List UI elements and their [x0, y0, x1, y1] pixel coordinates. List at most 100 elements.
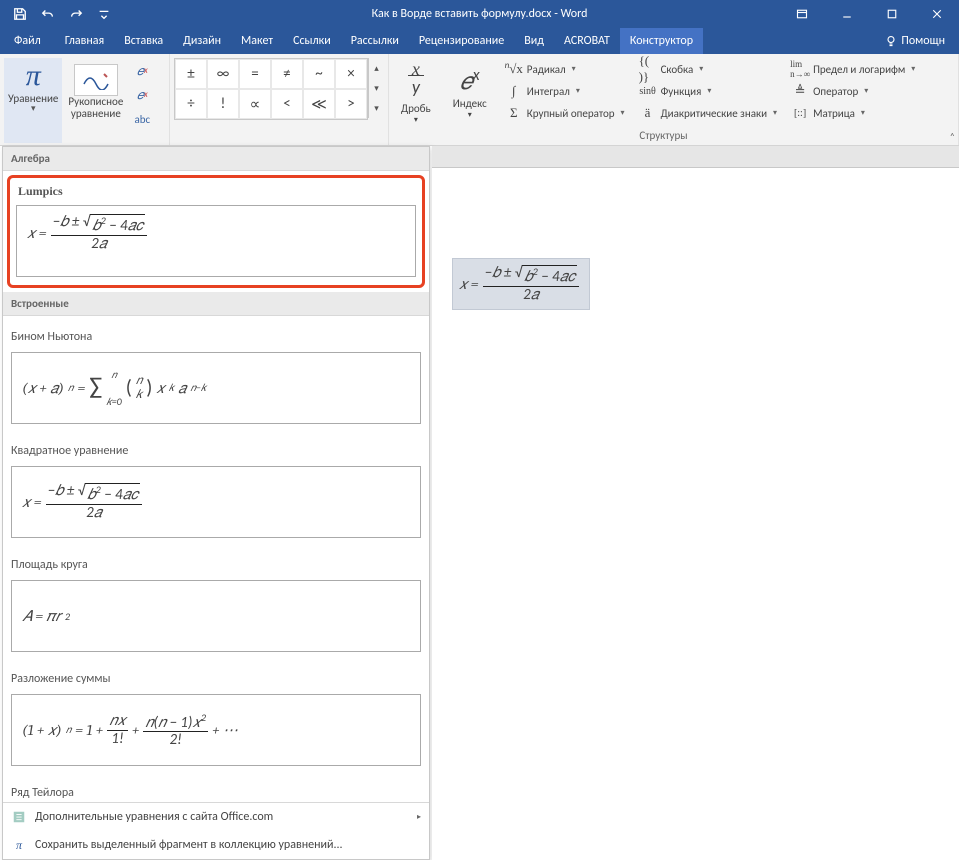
- symbol-plusminus[interactable]: ±: [175, 59, 207, 89]
- equation-gallery-dropdown: Алгебра Lumpics 𝑥 = −𝑏 ± √𝑏2 − 4𝑎𝑐2𝑎 Вст…: [2, 146, 430, 860]
- chevron-down-icon: ▾: [453, 110, 487, 120]
- group-symbols: ± ∞ = ≠ ~ × ÷ ! ∝ < ≪ > ▴ ▾: [170, 54, 389, 145]
- ink-icon: [74, 64, 118, 96]
- category-quad: Квадратное уравнение: [3, 430, 429, 464]
- symbol-muchless[interactable]: ≪: [303, 89, 335, 119]
- symbol-propto[interactable]: ∝: [239, 89, 271, 119]
- tab-mailings[interactable]: Рассылки: [341, 28, 409, 54]
- title-bar: Как в Ворде вставить формулу.docx - Word: [0, 0, 959, 28]
- symbol-times[interactable]: ×: [335, 59, 367, 89]
- sigma-icon: Σ: [505, 105, 523, 121]
- ribbon: π Уравнение ▾ Рукописное уравнение 𝑒x 𝑒x…: [0, 54, 959, 146]
- footer-office-label: Дополнительные уравнения с сайта Office.…: [35, 810, 273, 824]
- ribbon-tab-bar: Файл Главная Вставка Дизайн Макет Ссылки…: [0, 28, 959, 54]
- dropdown-footer: Дополнительные уравнения с сайта Office.…: [3, 802, 429, 859]
- professional-format-button[interactable]: 𝑒x: [131, 60, 153, 82]
- dropdown-header-algebra: Алгебра: [3, 147, 429, 171]
- matrix-icon: [::]: [791, 108, 809, 119]
- symbols-scroll: ▴ ▾ ▾: [368, 58, 384, 120]
- symbol-notequals[interactable]: ≠: [271, 59, 303, 89]
- matrix-button[interactable]: [::]Матрица▾: [787, 102, 919, 124]
- pi-icon: π: [26, 60, 41, 92]
- save-selection-button[interactable]: π Сохранить выделенный фрагмент в коллек…: [3, 831, 429, 859]
- qat-customize-button[interactable]: [90, 0, 118, 28]
- radical-button[interactable]: n√xРадикал▾: [501, 58, 629, 80]
- document-area[interactable]: 𝑥 = −𝑏 ± √𝑏2 − 4𝑎𝑐2𝑎: [432, 146, 959, 860]
- redo-button[interactable]: [62, 0, 90, 28]
- operator-icon: ≜: [791, 83, 809, 99]
- symbols-prev-button[interactable]: ▴: [368, 58, 384, 78]
- lightbulb-icon: [885, 35, 897, 47]
- symbol-less[interactable]: <: [271, 89, 303, 119]
- equation-card-lumpics[interactable]: Lumpics 𝑥 = −𝑏 ± √𝑏2 − 4𝑎𝑐2𝑎: [7, 175, 425, 288]
- chevron-down-icon: ▾: [401, 115, 431, 125]
- equation-card-binom[interactable]: (𝑥 + 𝑎)𝑛 = ∑𝑛𝑘=0 (𝑛𝑘) 𝑥𝑘𝑎𝑛−𝑘: [11, 352, 421, 424]
- save-button[interactable]: [6, 0, 34, 28]
- linear-format-button[interactable]: 𝑒x: [131, 84, 153, 106]
- undo-button[interactable]: [34, 0, 62, 28]
- symbols-more-button[interactable]: ▾: [368, 98, 384, 118]
- ink-label: Рукописное уравнение: [68, 96, 123, 120]
- tab-home[interactable]: Главная: [55, 28, 114, 54]
- tab-insert[interactable]: Вставка: [114, 28, 173, 54]
- equation-quad: 𝑥 = −𝑏 ± √𝑏2 − 4𝑎𝑐2𝑎: [22, 483, 142, 521]
- function-icon: sinθ: [639, 86, 657, 97]
- bracket-button[interactable]: {( )}Скобка▾: [635, 58, 782, 80]
- integral-button[interactable]: ∫Интеграл▾: [501, 80, 629, 102]
- maximize-button[interactable]: [869, 0, 914, 28]
- ribbon-collapse-toggle[interactable]: ˄: [950, 130, 955, 143]
- group-tools: π Уравнение ▾ Рукописное уравнение 𝑒x 𝑒x…: [0, 54, 170, 145]
- dropdown-scroll[interactable]: Lumpics 𝑥 = −𝑏 ± √𝑏2 − 4𝑎𝑐2𝑎 Встроенные …: [3, 171, 429, 802]
- equation-card-quad[interactable]: 𝑥 = −𝑏 ± √𝑏2 − 4𝑎𝑐2𝑎: [11, 466, 421, 538]
- equation-sum-exp: (1 + 𝑥)𝑛 = 1 + 𝑛𝑥1! + 𝑛(𝑛 − 1)𝑥22! + ⋯: [22, 712, 238, 749]
- accent-icon: ä: [639, 105, 657, 121]
- fraction-button[interactable]: xy Дробь ▾: [393, 58, 439, 127]
- window-controls: [779, 0, 959, 28]
- quick-access-toolbar: [0, 0, 124, 28]
- fraction-label: Дробь: [401, 102, 431, 115]
- symbols-next-button[interactable]: ▾: [368, 78, 384, 98]
- normal-text-button[interactable]: abc: [131, 108, 153, 130]
- more-equations-office-button[interactable]: Дополнительные уравнения с сайта Office.…: [3, 803, 429, 831]
- office-icon: [11, 809, 27, 825]
- category-taylor: Ряд Тейлора: [3, 772, 429, 802]
- limit-log-button[interactable]: limn→∞Предел и логарифм▾: [787, 58, 919, 80]
- minimize-button[interactable]: [824, 0, 869, 28]
- struct-col-2: {( )}Скобка▾ sinθФункция▾ äДиакритически…: [635, 58, 782, 124]
- symbol-infinity[interactable]: ∞: [207, 59, 239, 89]
- tab-file[interactable]: Файл: [0, 28, 55, 54]
- symbol-greater[interactable]: >: [335, 89, 367, 119]
- equation-card-sum-exp[interactable]: (1 + 𝑥)𝑛 = 1 + 𝑛𝑥1! + 𝑛(𝑛 − 1)𝑥22! + ⋯: [11, 694, 421, 766]
- category-sum-exp: Разложение суммы: [3, 658, 429, 692]
- tab-view[interactable]: Вид: [514, 28, 554, 54]
- equation-in-body[interactable]: 𝑥 = −𝑏 ± √𝑏2 − 4𝑎𝑐2𝑎: [452, 258, 590, 310]
- tab-review[interactable]: Рецензирование: [409, 28, 514, 54]
- integral-icon: ∫: [505, 83, 523, 99]
- close-button[interactable]: [914, 0, 959, 28]
- chevron-right-icon: ▸: [417, 812, 421, 822]
- struct-col-1: n√xРадикал▾ ∫Интеграл▾ ΣКрупный оператор…: [501, 58, 629, 124]
- tab-acrobat[interactable]: ACROBAT: [554, 28, 620, 54]
- ribbon-collapse-button[interactable]: [779, 0, 824, 28]
- tab-layout[interactable]: Макет: [231, 28, 283, 54]
- tab-equation-design[interactable]: Конструктор: [620, 28, 703, 54]
- symbol-factorial[interactable]: !: [207, 89, 239, 119]
- equation-card-circle[interactable]: 𝐴 = 𝜋𝑟2: [11, 580, 421, 652]
- symbol-divide[interactable]: ÷: [175, 89, 207, 119]
- struct-col-3: limn→∞Предел и логарифм▾ ≜Оператор▾ [::]…: [787, 58, 919, 124]
- limit-icon: limn→∞: [791, 59, 809, 79]
- symbol-equals[interactable]: =: [239, 59, 271, 89]
- equation-gallery-button[interactable]: π Уравнение ▾: [4, 58, 62, 143]
- tab-design[interactable]: Дизайн: [173, 28, 231, 54]
- large-operator-button[interactable]: ΣКрупный оператор▾: [501, 102, 629, 124]
- operator-button[interactable]: ≜Оператор▾: [787, 80, 919, 102]
- equation-circle: 𝐴 = 𝜋𝑟2: [22, 607, 70, 625]
- index-button[interactable]: 𝑒x Индекс ▾: [445, 58, 495, 122]
- ink-equation-button[interactable]: Рукописное уравнение: [64, 58, 127, 143]
- symbol-tilde[interactable]: ~: [303, 59, 335, 89]
- help-button[interactable]: Помощн: [871, 28, 959, 54]
- equation-lumpics: 𝑥 = −𝑏 ± √𝑏2 − 4𝑎𝑐2𝑎: [27, 214, 147, 252]
- tab-references[interactable]: Ссылки: [283, 28, 341, 54]
- accent-button[interactable]: äДиакритические знаки▾: [635, 102, 782, 124]
- index-label: Индекс: [453, 97, 487, 110]
